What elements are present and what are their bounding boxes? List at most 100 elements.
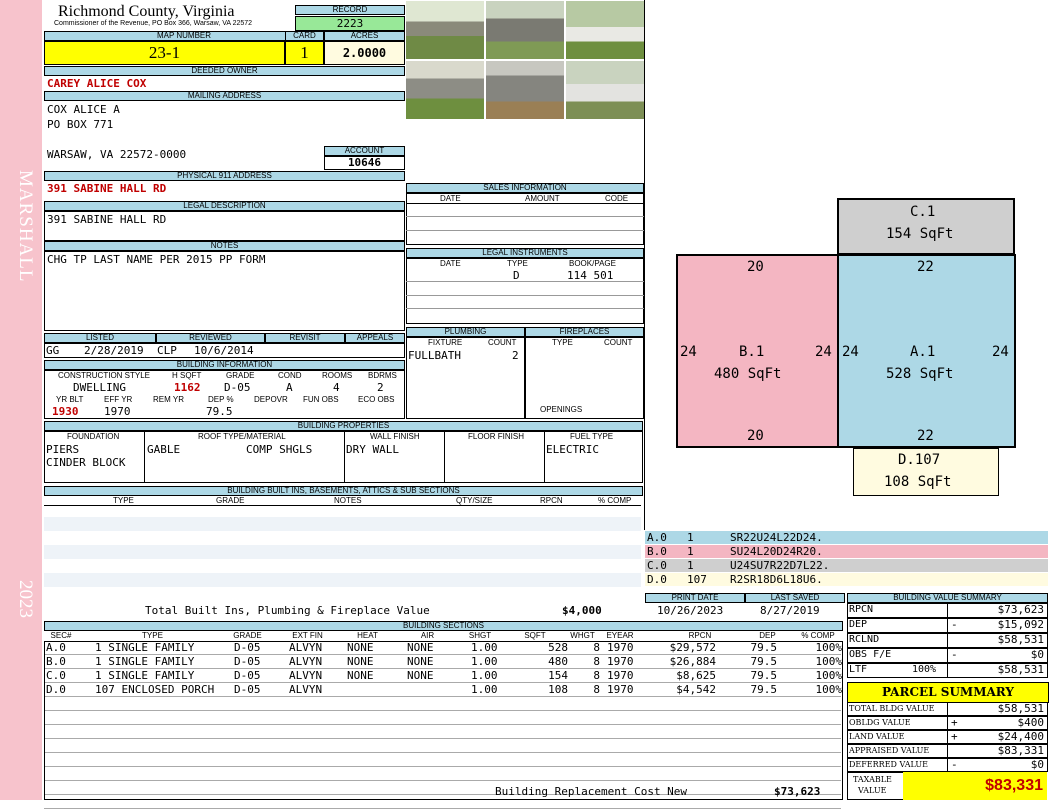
photo-grid bbox=[405, 0, 645, 120]
sections-col-header: SHGT bbox=[468, 631, 492, 640]
photo-house-1[interactable] bbox=[565, 0, 645, 60]
notes-text: CHG TP LAST NAME PER 2015 PP FORM bbox=[47, 253, 266, 266]
floor-label: FLOOR FINISH bbox=[468, 432, 525, 441]
physical-address: 391 SABINE HALL RD bbox=[47, 182, 167, 195]
builtins-total: $4,000 bbox=[562, 604, 602, 617]
sketch-b-area: 480 SqFt bbox=[714, 366, 782, 382]
photo-shed-2[interactable] bbox=[485, 0, 565, 60]
trace-count: 1 bbox=[687, 559, 694, 572]
fp-type-label: TYPE bbox=[552, 338, 573, 347]
reviewed-by: CLP bbox=[157, 344, 177, 357]
trace-code: U24SU7R22D7L22. bbox=[730, 559, 830, 572]
reviewed-date: 10/6/2014 bbox=[194, 344, 254, 357]
bi-col-grade: GRADE bbox=[216, 496, 245, 505]
parcel-key: OBLDG VALUE bbox=[849, 718, 911, 727]
phys-label: PHYSICAL 911 ADDRESS bbox=[44, 171, 405, 181]
foundation-label: FOUNDATION bbox=[67, 432, 120, 441]
sections-col-header: RPCN bbox=[688, 631, 712, 640]
map-label: MAP NUMBER bbox=[44, 31, 324, 41]
commissioner-line: Commissioner of the Revenue, PO Box 366,… bbox=[54, 20, 253, 27]
fixture-value: FULLBATH bbox=[408, 349, 461, 362]
sections-col-header: % COMP bbox=[801, 631, 835, 640]
photo-house-2[interactable] bbox=[565, 60, 645, 120]
bvs-key: RCLND bbox=[849, 634, 880, 645]
trace-row: A.0 1 SR22U24L22D24. bbox=[645, 531, 1048, 544]
bvs-label: BUILDING VALUE SUMMARY bbox=[847, 593, 1048, 603]
trace-sec: C.0 bbox=[647, 559, 667, 572]
owner-name: CAREY ALICE COX bbox=[47, 77, 147, 90]
sketch-a-area: 528 SqFt bbox=[886, 366, 954, 382]
bi-col-qty: QTY/SIZE bbox=[456, 496, 493, 505]
fp-count-label: COUNT bbox=[604, 338, 633, 347]
trace-row: B.0 1 SU24L20D24R20. bbox=[645, 545, 1048, 558]
bldg-grid bbox=[44, 370, 405, 419]
plumbing-label: PLUMBING bbox=[406, 327, 525, 337]
photo-shed-4[interactable] bbox=[485, 60, 565, 120]
last-saved: 8/27/2019 bbox=[760, 604, 820, 617]
bvs-value: $0 bbox=[1030, 648, 1044, 661]
sections-col-header: EXT FIN bbox=[292, 631, 323, 640]
mailing-label: MAILING ADDRESS bbox=[44, 91, 405, 101]
replacement-label: Building Replacement Cost New bbox=[495, 785, 688, 798]
trace-sec: D.0 bbox=[647, 573, 667, 586]
side-label-top: MARSHALL bbox=[15, 170, 36, 283]
photo-shed-3[interactable] bbox=[405, 60, 485, 120]
parcel-value: $0 bbox=[1030, 758, 1044, 771]
photo-shed-1[interactable] bbox=[405, 0, 485, 60]
parcel-value: $24,400 bbox=[997, 730, 1044, 743]
taxable-label-2: VALUE bbox=[858, 786, 887, 795]
side-strip bbox=[0, 0, 42, 800]
fp-openings-label: OPENINGS bbox=[540, 405, 583, 414]
sketch-b-name: B.1 bbox=[739, 344, 765, 360]
bldg-label: BUILDING INFORMATION bbox=[44, 360, 405, 370]
acres-label: ACRES bbox=[324, 31, 405, 41]
mailing-line-2: PO BOX 771 bbox=[47, 118, 114, 131]
acres-value: 2.0000 bbox=[324, 41, 405, 65]
bvs-value: $15,092 bbox=[997, 618, 1044, 631]
reviewed-label: REVIEWED bbox=[156, 333, 265, 343]
sales-label: SALES INFORMATION bbox=[406, 183, 644, 193]
map-number: 23-1 bbox=[44, 41, 285, 65]
bi-col-comp: % COMP bbox=[598, 496, 632, 505]
parcel-value: $400 bbox=[1017, 716, 1045, 729]
owner-label: DEEDED OWNER bbox=[44, 66, 405, 76]
bi-col-rpcn: RPCN bbox=[540, 496, 563, 505]
account-value: 10646 bbox=[324, 156, 405, 170]
sketch-b-top: 20 bbox=[747, 259, 764, 275]
sketch-c-name: C.1 bbox=[910, 204, 936, 220]
bvs-pct: 100% bbox=[912, 664, 937, 675]
bvs-value: $58,531 bbox=[997, 633, 1044, 646]
builtins-band-3 bbox=[44, 573, 641, 587]
card-label: CARD bbox=[285, 31, 324, 41]
sales-col-code: CODE bbox=[605, 194, 629, 203]
record-label: RECORD bbox=[295, 5, 405, 15]
instr-label: LEGAL INSTRUMENTS bbox=[406, 248, 644, 258]
print-date: 10/26/2023 bbox=[657, 604, 724, 617]
parcel-value: $58,531 bbox=[997, 702, 1044, 715]
sketch-d-name: D.107 bbox=[898, 452, 941, 468]
fuel-type: ELECTRIC bbox=[546, 443, 599, 456]
listed-by: GG bbox=[46, 344, 60, 357]
sections-col-header: SQFT bbox=[524, 631, 546, 640]
taxable-value: $83,331 bbox=[903, 772, 1047, 800]
account-label: ACCOUNT bbox=[324, 146, 405, 156]
bvs-key: LTF bbox=[849, 664, 868, 675]
sketch-a-right: 24 bbox=[992, 344, 1009, 360]
card-number: 1 bbox=[285, 41, 324, 65]
builtins-label: BUILDING BUILT INS, BASEMENTS, ATTICS & … bbox=[44, 486, 643, 496]
sketch-b-right: 24 bbox=[815, 344, 832, 360]
props-label: BUILDING PROPERTIES bbox=[44, 421, 643, 431]
bvs-key: OBS F/E bbox=[849, 649, 892, 660]
builtins-band-1 bbox=[44, 517, 641, 531]
sections-col-header: SEC# bbox=[50, 631, 72, 640]
sketch-a-bottom: 22 bbox=[917, 428, 934, 444]
record-value: 2223 bbox=[295, 16, 405, 31]
taxable-label-1: TAXABLE bbox=[853, 775, 892, 784]
sketch-c-area: 154 SqFt bbox=[886, 226, 954, 242]
bvs-value: $73,623 bbox=[997, 603, 1044, 616]
sketch-a-top: 22 bbox=[917, 259, 934, 275]
appeals-label: APPEALS bbox=[345, 333, 405, 343]
fuel-label: FUEL TYPE bbox=[570, 432, 614, 441]
roof-type: GABLE bbox=[147, 443, 181, 456]
side-label-year: 2023 bbox=[15, 580, 36, 618]
